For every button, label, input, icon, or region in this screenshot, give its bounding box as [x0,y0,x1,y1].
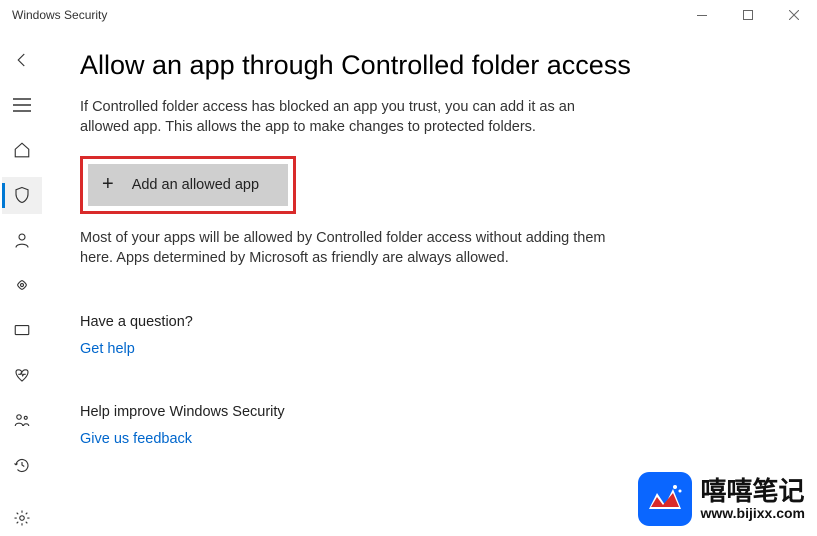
minimize-button[interactable] [679,0,725,30]
feedback-heading: Help improve Windows Security [80,404,777,420]
family-icon[interactable] [2,401,42,438]
watermark-logo [638,472,692,526]
page-description: If Controlled folder access has blocked … [80,97,620,138]
titlebar: Windows Security [0,0,817,30]
window-title: Windows Security [12,8,107,22]
question-heading: Have a question? [80,314,777,330]
sidebar [0,30,44,536]
watermark-title: 嘻嘻笔记 [700,477,805,506]
main-content: Allow an app through Controlled folder a… [44,30,817,536]
close-button[interactable] [771,0,817,30]
shield-icon[interactable] [2,177,42,214]
back-button[interactable] [2,42,42,79]
settings-icon[interactable] [2,499,42,536]
menu-button[interactable] [2,87,42,124]
history-icon[interactable] [2,446,42,483]
add-allowed-app-button[interactable]: + Add an allowed app [88,164,288,206]
feedback-link[interactable]: Give us feedback [80,431,192,447]
watermark-text: 嘻嘻笔记 www.bijixx.com [700,477,805,521]
watermark: 嘻嘻笔记 www.bijixx.com [638,472,805,526]
add-button-label: Add an allowed app [132,177,259,193]
maximize-button[interactable] [725,0,771,30]
window-controls [679,0,817,30]
home-icon[interactable] [2,132,42,169]
account-icon[interactable] [2,222,42,259]
note-text: Most of your apps will be allowed by Con… [80,228,620,269]
firewall-icon[interactable] [2,267,42,304]
app-browser-icon[interactable] [2,311,42,348]
page-title: Allow an app through Controlled folder a… [80,48,640,83]
watermark-url: www.bijixx.com [700,506,805,521]
highlight-box: + Add an allowed app [80,156,296,214]
device-health-icon[interactable] [2,356,42,393]
plus-icon: + [102,173,114,196]
get-help-link[interactable]: Get help [80,341,135,357]
